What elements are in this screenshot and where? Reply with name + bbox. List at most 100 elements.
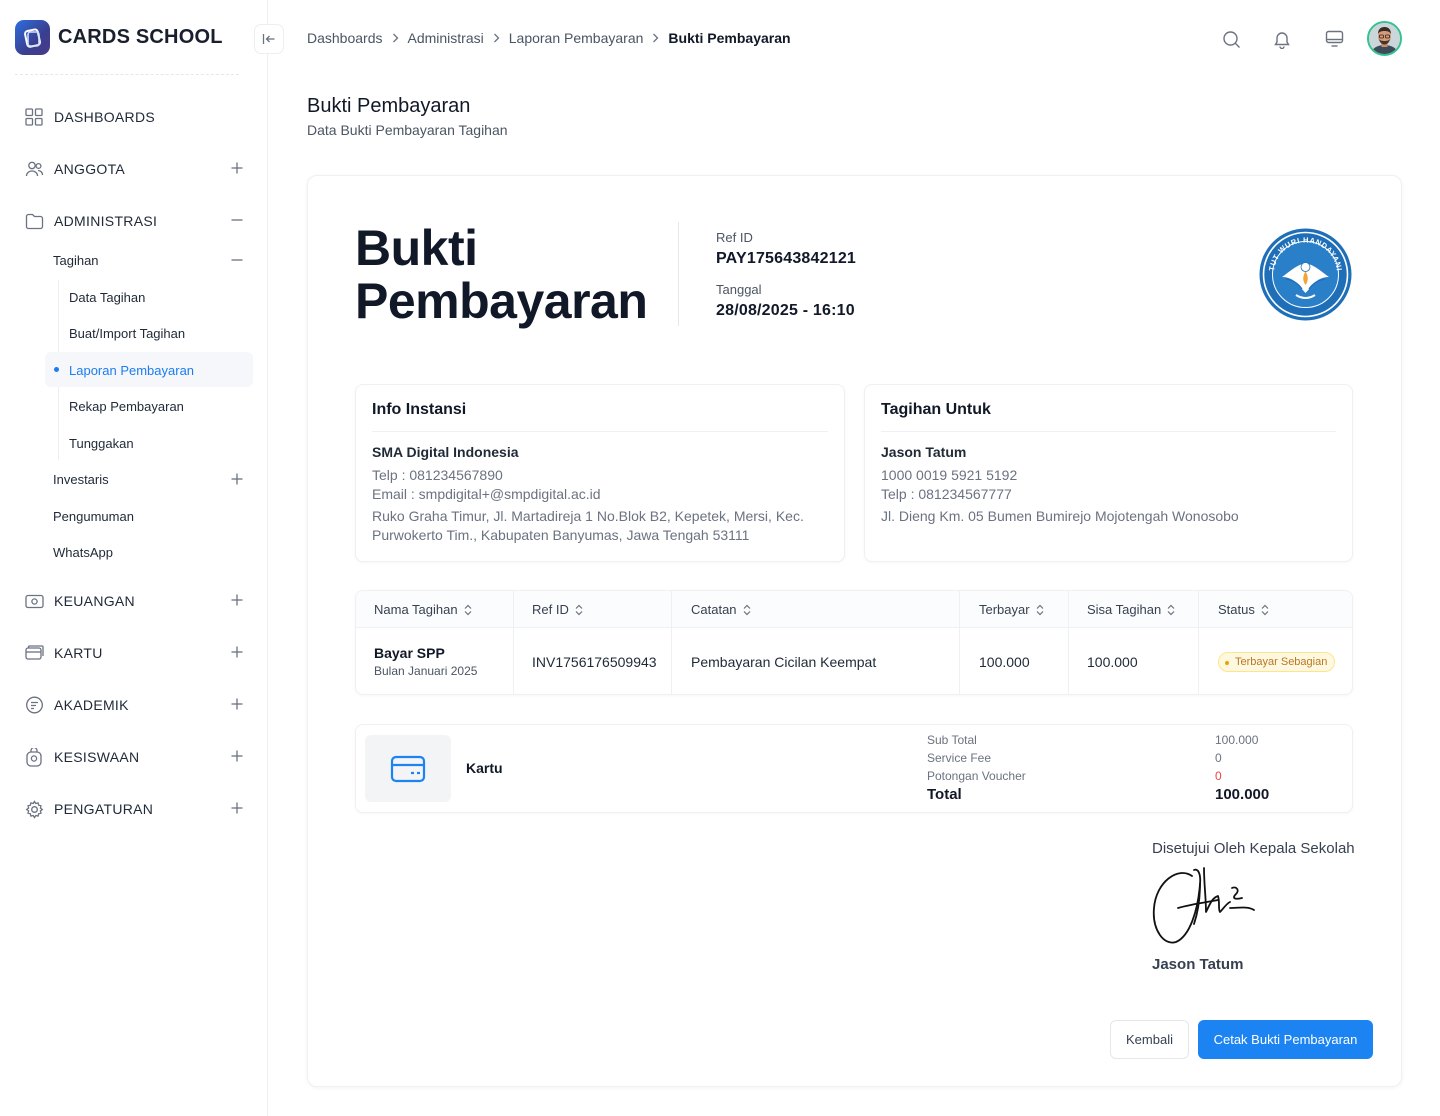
plus-icon[interactable] xyxy=(230,472,244,486)
table-header xyxy=(356,591,1352,628)
breadcrumb: Dashboards Administrasi Laporan Pembayar… xyxy=(307,29,791,47)
column-header-catatan[interactable]: Catatan xyxy=(691,591,751,628)
users-icon xyxy=(24,159,44,179)
sidebar-item-anggota[interactable]: ANGGOTA xyxy=(24,157,244,181)
sidebar-item-label: DASHBOARDS xyxy=(54,109,156,125)
sidebar-item-label: ANGGOTA xyxy=(54,161,126,177)
column-header-status[interactable]: Status xyxy=(1218,591,1269,628)
sidebar-collapse-button[interactable] xyxy=(254,24,284,54)
column-header-label: Ref ID xyxy=(532,602,569,617)
institution-address-line: Ruko Graha Timur, Jl. Martadireja 1 No.B… xyxy=(372,508,804,524)
plus-icon[interactable] xyxy=(230,161,244,175)
bell-icon[interactable] xyxy=(1271,28,1293,50)
signature-image xyxy=(1152,867,1255,944)
sidebar-item-kartu[interactable]: KARTU xyxy=(24,641,244,665)
avatar[interactable] xyxy=(1367,21,1402,56)
table-cell-note: Pembayaran Cicilan Keempat xyxy=(691,654,877,670)
student-icon xyxy=(24,747,44,767)
institution-name: SMA Digital Indonesia xyxy=(372,444,519,460)
billed-to-phone: Telp : 081234567777 xyxy=(881,486,1012,502)
sidebar-item-label: KESISWAAN xyxy=(54,749,140,765)
sidebar-subitem-pengumuman[interactable]: Pengumuman xyxy=(53,505,244,527)
plus-icon[interactable] xyxy=(230,749,244,763)
minus-icon[interactable] xyxy=(230,253,244,267)
header-divider xyxy=(678,222,679,326)
date-label: Tanggal xyxy=(716,282,762,297)
payment-summary-box xyxy=(355,724,1353,813)
sidebar-subitem-buat-import-tagihan[interactable]: Buat/Import Tagihan xyxy=(69,323,185,343)
sort-icon xyxy=(1036,604,1044,615)
date-value: 28/08/2025 - 16:10 xyxy=(716,302,855,319)
sidebar-item-akademik[interactable]: AKADEMIK xyxy=(24,693,244,717)
sidebar-subitem-label: Tagihan xyxy=(53,252,99,268)
table-cell-name: Bayar SPP xyxy=(374,645,445,661)
plus-icon[interactable] xyxy=(230,645,244,659)
page-title: Bukti Pembayaran xyxy=(307,95,471,117)
institution-heading: Info Instansi xyxy=(372,401,467,418)
chevron-right-icon xyxy=(493,33,500,43)
brand[interactable]: CARDS SCHOOL xyxy=(15,20,223,55)
column-header-nama-tagihan[interactable]: Nama Tagihan xyxy=(374,591,472,628)
bill-table xyxy=(355,590,1353,695)
ref-id-label: Ref ID xyxy=(716,230,753,245)
sidebar-item-keuangan[interactable]: KEUANGAN xyxy=(24,589,244,613)
sidebar-item-kesiswaan[interactable]: KESISWAAN xyxy=(24,745,244,769)
sidebar-item-pengaturan[interactable]: PENGATURAN xyxy=(24,797,244,821)
sidebar-subitem-tunggakan[interactable]: Tunggakan xyxy=(69,433,134,453)
institution-address-line: Purwokerto Tim., Kabupaten Banyumas, Jaw… xyxy=(372,527,750,543)
monitor-icon[interactable] xyxy=(1323,28,1345,50)
plus-icon[interactable] xyxy=(230,801,244,815)
billed-to-heading: Tagihan Untuk xyxy=(881,401,991,418)
column-header-label: Sisa Tagihan xyxy=(1087,602,1162,617)
back-button[interactable]: Kembali xyxy=(1110,1020,1189,1059)
sidebar-subitem-laporan-pembayaran[interactable]: Laporan Pembayaran xyxy=(69,360,194,380)
table-cell-paid: 100.000 xyxy=(979,654,1030,670)
billed-to-name: Jason Tatum xyxy=(881,444,967,460)
column-divider xyxy=(1068,591,1069,694)
breadcrumb-administrasi[interactable]: Administrasi xyxy=(408,30,484,46)
brand-divider xyxy=(15,74,239,75)
sidebar-item-dashboards[interactable]: DASHBOARDS xyxy=(24,105,244,129)
column-divider xyxy=(1198,591,1199,694)
page-subtitle: Data Bukti Pembayaran Tagihan xyxy=(307,122,508,138)
column-header-sisa-tagihan[interactable]: Sisa Tagihan xyxy=(1087,591,1175,628)
plus-icon[interactable] xyxy=(230,697,244,711)
search-icon[interactable] xyxy=(1220,28,1242,50)
minus-icon[interactable] xyxy=(230,213,244,227)
sidebar-subitem-tagihan[interactable]: Tagihan xyxy=(53,249,244,271)
billed-to-address: Jl. Dieng Km. 05 Bumen Bumirejo Mojoteng… xyxy=(881,508,1239,524)
receipt-title-line: Bukti xyxy=(355,220,478,276)
breadcrumb-dashboards[interactable]: Dashboards xyxy=(307,30,383,46)
column-divider xyxy=(959,591,960,694)
print-receipt-button[interactable]: Cetak Bukti Pembayaran xyxy=(1198,1020,1373,1059)
divider xyxy=(372,431,828,432)
institution-phone: Telp : 081234567890 xyxy=(372,467,503,483)
sidebar-subitem-data-tagihan[interactable]: Data Tagihan xyxy=(69,287,145,307)
plus-icon[interactable] xyxy=(230,593,244,607)
total-value: 100.000 xyxy=(1215,786,1270,803)
sidebar-subitem-label: Investaris xyxy=(53,471,109,487)
brand-name: CARDS SCHOOL xyxy=(58,26,223,48)
table-cell-period: Bulan Januari 2025 xyxy=(374,664,478,678)
chevron-right-icon xyxy=(392,33,399,43)
payment-method-icon-box xyxy=(365,735,451,802)
sidebar-subitem-investaris[interactable]: Investaris xyxy=(53,468,244,490)
book-icon xyxy=(24,695,44,715)
column-header-label: Terbayar xyxy=(979,602,1030,617)
breadcrumb-current: Bukti Pembayaran xyxy=(668,30,791,46)
service-fee-value: 0 xyxy=(1215,751,1222,765)
breadcrumb-laporan-pembayaran[interactable]: Laporan Pembayaran xyxy=(509,30,644,46)
sub-total-value: 100.000 xyxy=(1215,733,1259,747)
sort-icon xyxy=(1167,604,1175,615)
sidebar-item-label: ADMINISTRASI xyxy=(54,213,158,229)
sidebar-subitem-whatsapp[interactable]: WhatsApp xyxy=(53,541,244,563)
sidebar-item-administrasi[interactable]: ADMINISTRASI xyxy=(24,209,244,233)
folder-icon xyxy=(24,211,44,231)
sidebar-subitem-rekap-pembayaran[interactable]: Rekap Pembayaran xyxy=(69,396,184,416)
active-dot-icon xyxy=(54,367,59,372)
column-header-ref-id[interactable]: Ref ID xyxy=(532,591,583,628)
status-badge: Terbayar Sebagian xyxy=(1218,652,1336,672)
column-header-terbayar[interactable]: Terbayar xyxy=(979,591,1044,628)
sidebar-item-label: KEUANGAN xyxy=(54,593,135,609)
brand-logo-icon xyxy=(15,20,50,55)
